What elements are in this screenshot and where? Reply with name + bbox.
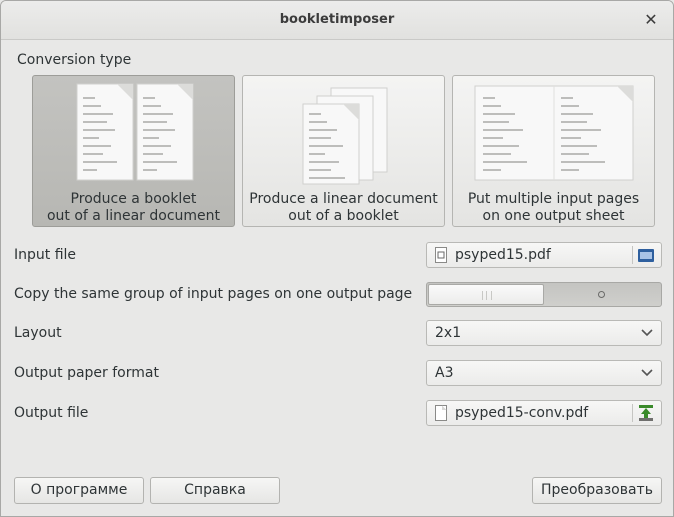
paper-format-label: Output paper format: [14, 365, 159, 381]
help-button[interactable]: Справка: [150, 477, 280, 504]
paper-format-select[interactable]: A3: [426, 360, 662, 386]
conversion-type-label: Conversion type: [17, 52, 132, 68]
layout-value: 2x1: [435, 325, 462, 341]
conversion-option-booklet[interactable]: Produce a booklet out of a linear documen…: [32, 75, 235, 227]
input-file-chooser[interactable]: psyped15.pdf: [426, 242, 662, 268]
pdf-file-icon: [435, 247, 447, 263]
save-file-icon: [639, 405, 653, 421]
file-icon: [435, 405, 447, 421]
layout-select[interactable]: 2x1: [426, 320, 662, 346]
chevron-down-icon: [641, 369, 653, 377]
close-button[interactable]: ✕: [641, 10, 661, 30]
conversion-option-linear[interactable]: Produce a linear document out of a bookle…: [242, 75, 445, 227]
copy-group-switch[interactable]: [426, 282, 662, 307]
output-file-label: Output file: [14, 405, 89, 421]
divider: [632, 246, 633, 264]
input-file-label: Input file: [14, 247, 77, 263]
layout-label: Layout: [14, 325, 62, 341]
switch-knob[interactable]: [428, 284, 544, 305]
chevron-down-icon: [641, 329, 653, 337]
output-file-value: psyped15-conv.pdf: [455, 405, 589, 421]
booklet-pages-icon: [76, 83, 194, 181]
title-bar[interactable]: bookletimposer ✕: [1, 1, 673, 40]
linear-pages-icon: [302, 87, 388, 185]
grip-icon: [482, 291, 492, 300]
input-file-value: psyped15.pdf: [455, 247, 551, 263]
conversion-option-caption: Put multiple input pages on one output sh…: [467, 191, 640, 224]
close-icon: ✕: [644, 10, 658, 29]
switch-off-icon: [598, 291, 605, 298]
dialog-window: bookletimposer ✕ Conversion type Produce…: [0, 0, 674, 517]
divider: [632, 404, 633, 422]
folder-open-icon: [638, 249, 654, 262]
paper-format-value: A3: [435, 365, 454, 381]
output-file-chooser[interactable]: psyped15-conv.pdf: [426, 400, 662, 426]
conversion-option-multipage[interactable]: Put multiple input pages on one output sh…: [452, 75, 655, 227]
conversion-option-caption: Produce a booklet out of a linear documen…: [46, 191, 221, 224]
multipage-sheet-icon: [474, 85, 634, 181]
conversion-option-caption: Produce a linear document out of a bookle…: [249, 191, 438, 224]
copy-group-label: Copy the same group of input pages on on…: [14, 286, 413, 302]
about-button[interactable]: О программе: [14, 477, 144, 504]
window-title: bookletimposer: [279, 12, 395, 27]
convert-button[interactable]: Преобразовать: [532, 477, 662, 504]
